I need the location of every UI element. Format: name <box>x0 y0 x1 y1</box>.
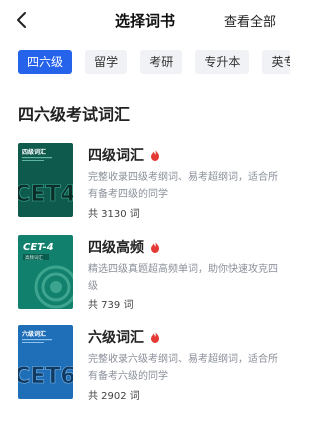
svg-text:CET4: CET4 <box>18 182 73 207</box>
hot-icon <box>151 331 159 343</box>
book-name: 四级词汇 <box>88 148 144 164</box>
svg-text:六级词汇: 六级词汇 <box>22 330 46 338</box>
word-count: 共 2902 词 <box>88 391 140 402</box>
svg-text:高频词汇: 高频词汇 <box>25 254 43 261</box>
section-title: 四六级考试词汇 <box>18 105 131 124</box>
book-info: 四级高频 精选四级真题超高频单词，助你快速攻克四级 <box>88 237 280 295</box>
hot-icon <box>151 241 159 253</box>
book-description: 精选四级真题超高频单词，助你快速攻克四级 <box>88 264 278 292</box>
book-name: 六级词汇 <box>88 330 144 346</box>
svg-text:CET-4: CET-4 <box>23 242 54 253</box>
word-count: 共 739 词 <box>88 300 134 311</box>
tab-english-major[interactable]: 英专 <box>262 50 290 74</box>
view-all-link[interactable]: 查看全部 <box>224 11 276 30</box>
book-card-cet6[interactable]: 六级词汇 CET6 六级词汇 完整收录六级考纲词、易考超纲词，适合所有备考六级的… <box>18 325 280 417</box>
book-info: 四级词汇 完整收录四级考纲词、易考超纲词，适合所有备考四级的同学 <box>88 145 280 203</box>
tab-upgrade[interactable]: 专升本 <box>195 50 250 74</box>
book-cover: 四级词汇 CET4 <box>18 143 73 217</box>
book-info: 六级词汇 完整收录六级考纲词、易考超纲词，适合所有备考六级的同学 <box>88 327 280 385</box>
book-cover: CET-4 高频词汇 <box>18 235 73 309</box>
book-name: 四级高频 <box>88 240 144 256</box>
word-count: 共 3130 词 <box>88 209 140 220</box>
book-description: 完整收录六级考纲词、易考超纲词，适合所有备考六级的同学 <box>88 354 278 382</box>
svg-text:四级词汇: 四级词汇 <box>22 148 46 156</box>
tab-study-abroad[interactable]: 留学 <box>85 50 128 74</box>
book-cover: 六级词汇 CET6 <box>18 325 73 399</box>
hot-icon <box>151 149 159 161</box>
category-tabs: 四六级 留学 考研 专升本 英专 <box>0 50 290 76</box>
top-bar: 选择词书 查看全部 <box>0 0 290 40</box>
tab-postgraduate[interactable]: 考研 <box>140 50 183 74</box>
svg-text:CET6: CET6 <box>18 364 73 389</box>
book-card-cet4-high-freq[interactable]: CET-4 高频词汇 四级高频 精选四级真题超高频单词，助你快速攻克四级 共 7… <box>18 235 280 327</box>
tab-cet46[interactable]: 四六级 <box>18 50 73 74</box>
book-card-cet4[interactable]: 四级词汇 CET4 四级词汇 完整收录四级考纲词、易考超纲词，适合所有备考四级的… <box>18 143 280 235</box>
book-description: 完整收录四级考纲词、易考超纲词，适合所有备考四级的同学 <box>88 172 278 200</box>
